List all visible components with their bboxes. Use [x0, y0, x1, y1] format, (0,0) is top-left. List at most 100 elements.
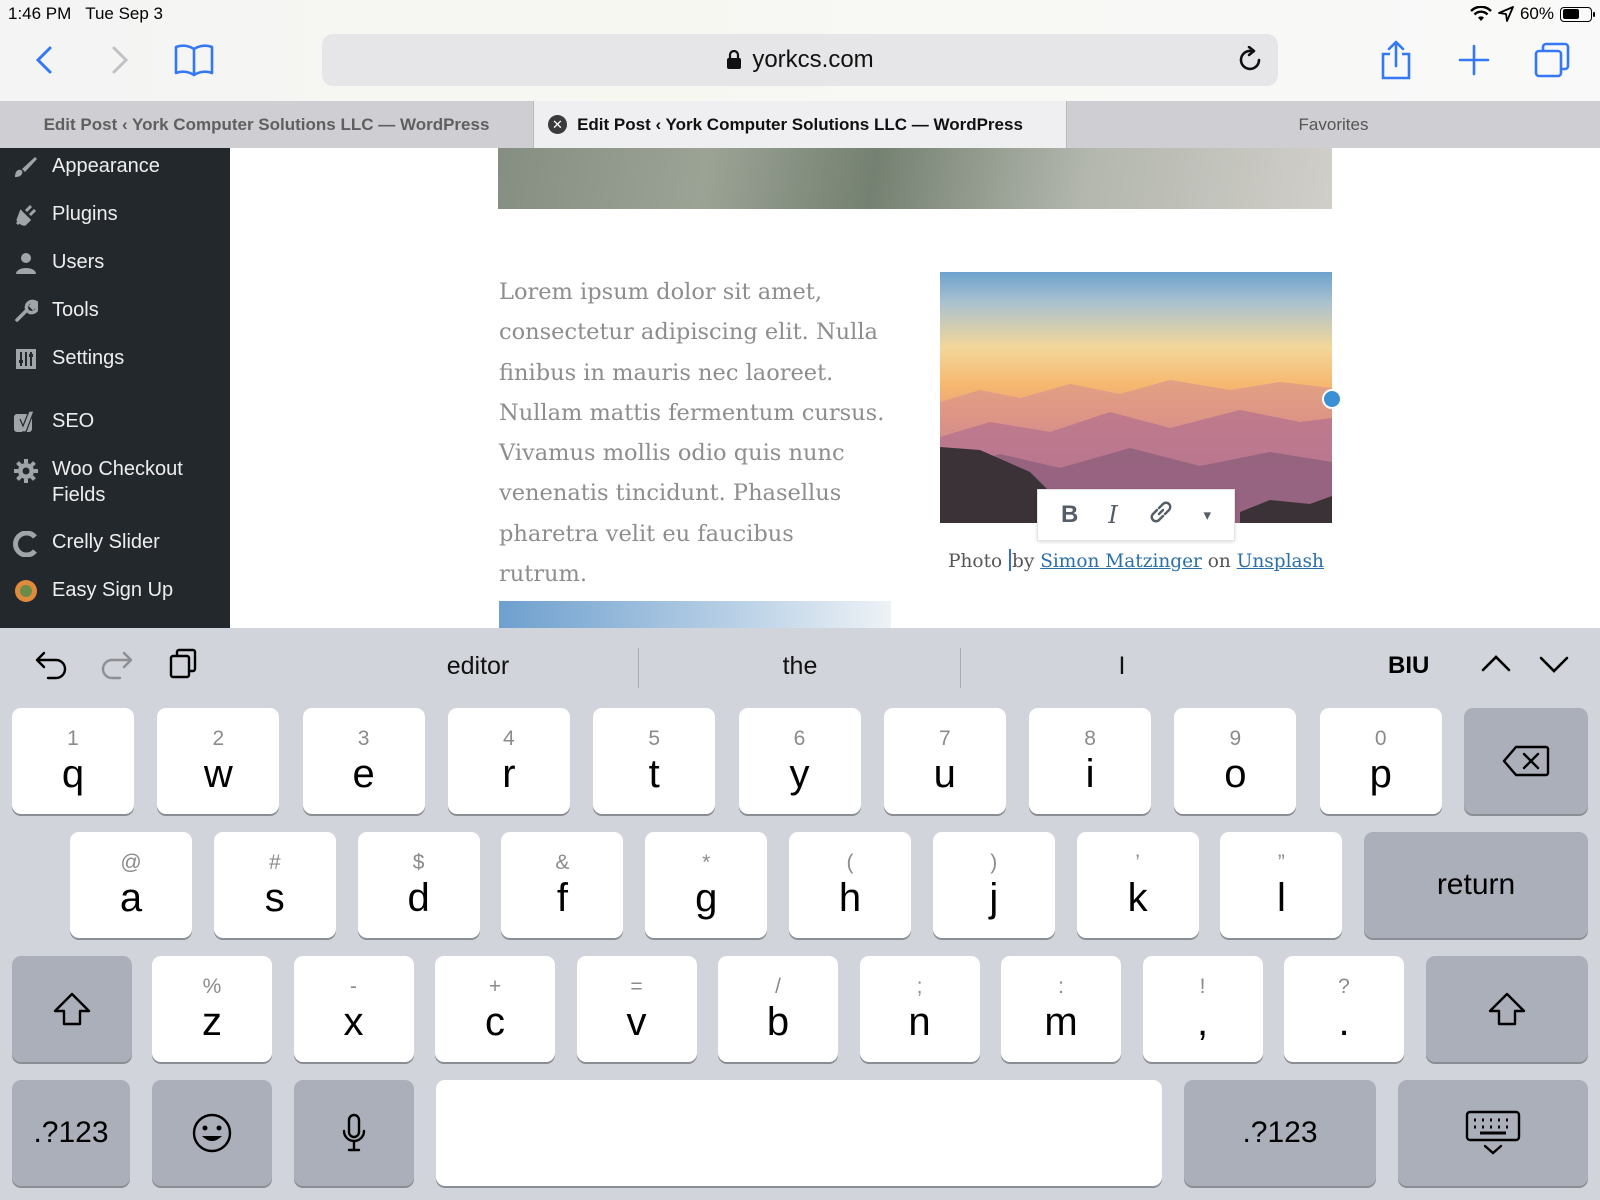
tabs-overview-button[interactable] [1532, 40, 1572, 80]
key-k[interactable]: ’ k [1076, 832, 1199, 938]
image-caption[interactable]: Photo by Simon Matzinger on Unsplash [940, 549, 1332, 572]
address-bar[interactable]: yorkcs.com [322, 34, 1278, 86]
key-label: e [352, 752, 375, 796]
more-options-button[interactable]: ▾ [1204, 506, 1212, 524]
sidebar-item-label: SEO [52, 410, 95, 432]
status-bar: 1:46 PM Tue Sep 3 60% [8, 4, 1595, 26]
close-tab-icon[interactable]: ✕ [548, 115, 567, 134]
key-j[interactable]: ) j [932, 832, 1055, 938]
sidebar-item-tools[interactable]: Tools [0, 297, 230, 323]
paste-button[interactable] [168, 648, 198, 685]
key-y[interactable]: 6y [738, 708, 861, 814]
biu-button[interactable]: BIU [1388, 652, 1429, 680]
suggestion-3[interactable]: I [992, 652, 1252, 681]
back-button[interactable] [24, 40, 64, 80]
location-icon [1498, 6, 1514, 22]
key-label: f [556, 876, 568, 920]
key-r[interactable]: 4r [447, 708, 570, 814]
forward-button[interactable] [100, 40, 140, 80]
formatting-toolbar: B I ▾ [1037, 489, 1235, 541]
key-b[interactable]: / b [718, 956, 838, 1062]
sidebar-item-crelly-slider[interactable]: Crelly Slider [0, 529, 230, 557]
sidebar-item-plugins[interactable]: Plugins [0, 201, 230, 227]
key-f[interactable]: & f [501, 832, 624, 938]
lower-image[interactable] [499, 601, 891, 628]
redo-button[interactable] [100, 650, 134, 685]
numbers-key-right[interactable]: .?123 [1184, 1080, 1376, 1186]
paragraph-block[interactable]: Lorem ipsum dolor sit amet, consectetur … [499, 272, 885, 594]
editor-canvas[interactable]: Lorem ipsum dolor sit amet, consectetur … [230, 148, 1600, 628]
new-tab-button[interactable] [1454, 40, 1494, 80]
key-o[interactable]: 9o [1174, 708, 1297, 814]
key-period[interactable]: ?. [1284, 956, 1404, 1062]
key-z[interactable]: % z [152, 956, 272, 1062]
key-n[interactable]: ; n [859, 956, 980, 1062]
key-h[interactable]: (h [789, 832, 911, 938]
tab-edit-post-2[interactable]: ✕ Edit Post ‹ York Computer Solutions LL… [533, 101, 1067, 148]
key-a[interactable]: @ a [70, 832, 192, 938]
suggestion-divider [638, 648, 639, 688]
key-d[interactable]: $ d [357, 832, 480, 938]
selection-handle[interactable] [1322, 389, 1342, 409]
key-x[interactable]: -x [293, 956, 414, 1062]
key-comma[interactable]: !, [1142, 956, 1263, 1062]
header-image[interactable] [498, 148, 1332, 209]
key-q[interactable]: 1q [12, 708, 134, 814]
shift-right-key[interactable] [1426, 956, 1588, 1062]
tab-edit-post-1[interactable]: Edit Post ‹ York Computer Solutions LLC … [0, 101, 533, 148]
key-l[interactable]: ” l [1220, 832, 1343, 938]
hide-keyboard-key[interactable] [1398, 1080, 1588, 1186]
key-alt-label: 3 [357, 727, 370, 750]
sidebar-item-easy-sign-up[interactable]: Easy Sign Up [0, 577, 230, 603]
undo-button[interactable] [34, 650, 68, 685]
link-button[interactable] [1148, 499, 1174, 532]
space-key[interactable] [436, 1080, 1162, 1186]
unsplash-link[interactable]: Unsplash [1237, 551, 1324, 572]
author-link[interactable]: Simon Matzinger [1040, 551, 1202, 572]
chevron-down-icon [1539, 656, 1569, 673]
key-alt-label: 4 [503, 727, 515, 750]
key-c[interactable]: + c [435, 956, 555, 1062]
next-field-button[interactable] [1538, 654, 1570, 681]
key-i[interactable]: 8i [1029, 708, 1152, 814]
keyboard-dismiss-icon [1465, 1110, 1521, 1155]
key-alt-label: / [775, 975, 781, 998]
key-label: c [485, 1000, 505, 1044]
key-s[interactable]: # s [213, 832, 336, 938]
key-label: l [1276, 876, 1286, 920]
key-v[interactable]: = v [576, 956, 697, 1062]
emoji-key[interactable] [152, 1080, 272, 1186]
key-p[interactable]: 0p [1319, 708, 1442, 814]
key-t[interactable]: 5t [593, 708, 716, 814]
key-w[interactable]: 2w [157, 708, 280, 814]
dictation-key[interactable] [294, 1080, 414, 1186]
key-label: u [933, 752, 956, 796]
sidebar-item-users[interactable]: Users [0, 249, 230, 275]
key-alt-label: : [1058, 975, 1064, 998]
bookmarks-button[interactable] [174, 40, 214, 80]
wrench-icon [0, 297, 52, 323]
italic-button[interactable]: I [1108, 501, 1117, 529]
undo-icon [35, 651, 67, 680]
key-alt-label: = [630, 975, 643, 998]
bold-button[interactable]: B [1061, 501, 1078, 529]
suggestion-1[interactable]: editor [348, 652, 608, 681]
suggestion-2[interactable]: the [670, 652, 930, 681]
numbers-key-left[interactable]: .?123 [12, 1080, 130, 1186]
reload-button[interactable] [1238, 45, 1264, 81]
sunset-image[interactable] [940, 272, 1332, 523]
shift-left-key[interactable] [12, 956, 132, 1062]
sidebar-item-appearance[interactable]: Appearance [0, 153, 230, 179]
share-button[interactable] [1376, 40, 1416, 80]
key-e[interactable]: 3e [302, 708, 425, 814]
sidebar-item-settings[interactable]: Settings [0, 345, 230, 371]
previous-field-button[interactable] [1480, 652, 1512, 679]
sidebar-item-woo-checkout-fields[interactable]: Woo Checkout Fields [0, 456, 230, 508]
key-g[interactable]: * g [645, 832, 768, 938]
sidebar-item-seo[interactable]: SEO [0, 408, 230, 436]
key-u[interactable]: 7u [883, 708, 1006, 814]
return-key[interactable]: return [1364, 832, 1588, 938]
key-m[interactable]: :m [1001, 956, 1121, 1062]
tab-favorites[interactable]: Favorites [1067, 101, 1600, 148]
delete-key[interactable] [1464, 708, 1588, 814]
